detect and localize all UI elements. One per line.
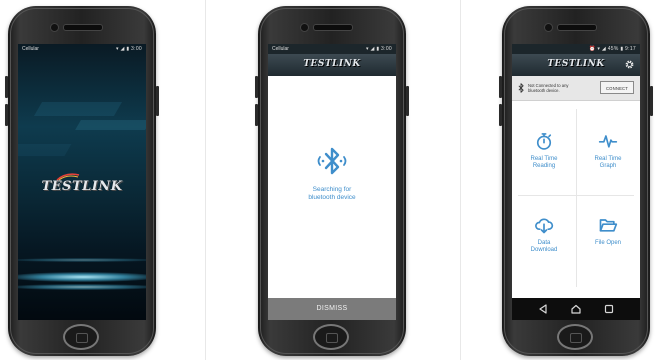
volume-button	[499, 104, 502, 126]
menu-grid: Real Time Reading Real Time Graph Data D…	[512, 101, 640, 299]
dismiss-button[interactable]: DISMISS	[268, 298, 396, 320]
header-logo: TESTLINK	[547, 59, 605, 69]
light-streak	[18, 272, 146, 282]
recents-icon[interactable]	[604, 304, 614, 314]
status-icons: ⏰ ▾ ◢ 45% ▮ 9:17	[589, 46, 636, 52]
tile-label-line1: Real Time	[530, 156, 558, 162]
tile-label-line1: Data	[537, 240, 551, 246]
android-nav-bar	[512, 298, 640, 320]
tile-real-time-reading[interactable]: Real Time Reading	[512, 131, 576, 170]
connection-status-line2: bluetooth device.	[528, 88, 560, 93]
volume-button	[5, 76, 8, 98]
front-camera	[544, 23, 553, 32]
background-plate	[75, 120, 146, 130]
header-logo: TESTLINK	[303, 59, 361, 69]
dashboard-screen: ⏰ ▾ ◢ 45% ▮ 9:17 TESTLINK Not Connected …	[512, 44, 640, 320]
tile-label-line1: File Open	[594, 240, 621, 246]
grid-divider-horizontal	[518, 195, 634, 196]
light-streak	[18, 258, 146, 262]
splash-screen: Cellular ▾ ◢ ▮ 3:00 TESTLINK	[18, 44, 146, 320]
logo-swoosh-icon	[56, 173, 80, 181]
folder-open-icon	[599, 219, 618, 232]
stopwatch-icon	[536, 133, 552, 150]
earpiece	[63, 24, 103, 31]
phone-dashboard: ⏰ ▾ ◢ 45% ▮ 9:17 TESTLINK Not Connected …	[499, 6, 653, 356]
home-button[interactable]	[557, 324, 593, 350]
status-icons: ▾ ◢ ▮ 3:00	[365, 46, 392, 52]
status-bar: Cellular ▾ ◢ ▮ 3:00	[18, 44, 146, 54]
app-logo: TESTLINK	[41, 179, 123, 194]
volume-button	[499, 76, 502, 98]
connection-status: Not Connected to any bluetooth device.	[528, 83, 583, 93]
cloud-download-icon	[535, 218, 554, 234]
home-button[interactable]	[313, 324, 349, 350]
earpiece	[557, 24, 597, 31]
tile-label-line2: Download	[530, 247, 558, 253]
light-streak	[18, 284, 146, 290]
phone-searching: Cellular ▾ ◢ ▮ 3:00 TESTLINK Searching f…	[255, 6, 409, 356]
carrier-label: Cellular	[22, 46, 39, 52]
status-icons: ▾ ◢ ▮ 3:00	[115, 46, 142, 52]
back-icon[interactable]	[538, 304, 548, 314]
searching-text-line1: Searching for	[312, 186, 352, 193]
front-camera	[50, 23, 59, 32]
tile-file-open[interactable]: File Open	[576, 215, 640, 247]
power-button	[406, 86, 409, 116]
earpiece	[313, 24, 353, 31]
tile-label-line1: Real Time	[594, 156, 622, 162]
phone-splash: Cellular ▾ ◢ ▮ 3:00 TESTLINK	[5, 6, 159, 356]
home-button[interactable]	[63, 324, 99, 350]
pulse-icon	[598, 135, 618, 148]
tile-real-time-graph[interactable]: Real Time Graph	[576, 131, 640, 170]
power-button	[156, 86, 159, 116]
connection-bar: Not Connected to any bluetooth device. C…	[512, 76, 640, 101]
power-button	[650, 86, 653, 116]
background-plate	[33, 102, 123, 116]
tile-data-download[interactable]: Data Download	[512, 215, 576, 254]
tile-label-line2: Graph	[599, 163, 617, 169]
app-header: TESTLINK	[268, 54, 396, 76]
searching-text-line2: bluetooth device	[308, 194, 356, 201]
panel-divider-left	[205, 0, 206, 360]
panel-divider-right	[460, 0, 461, 360]
carrier-label: Cellular	[272, 46, 289, 52]
bluetooth-icon	[518, 83, 524, 93]
volume-button	[255, 76, 258, 98]
front-camera	[300, 23, 309, 32]
status-bar: ⏰ ▾ ◢ 45% ▮ 9:17	[512, 44, 640, 54]
searching-screen: Cellular ▾ ◢ ▮ 3:00 TESTLINK Searching f…	[268, 44, 396, 320]
tile-label-line2: Reading	[532, 163, 556, 169]
status-bar: Cellular ▾ ◢ ▮ 3:00	[268, 44, 396, 54]
background-plate	[18, 144, 72, 156]
volume-button	[255, 104, 258, 126]
searching-dialog: Searching for bluetooth device	[268, 76, 396, 298]
bluetooth-searching-icon	[317, 147, 347, 175]
app-header: TESTLINK	[512, 54, 640, 76]
home-nav-icon[interactable]	[571, 304, 581, 314]
connect-button[interactable]: CONNECT	[600, 81, 634, 94]
volume-button	[5, 104, 8, 126]
settings-gear-icon[interactable]	[624, 59, 635, 70]
